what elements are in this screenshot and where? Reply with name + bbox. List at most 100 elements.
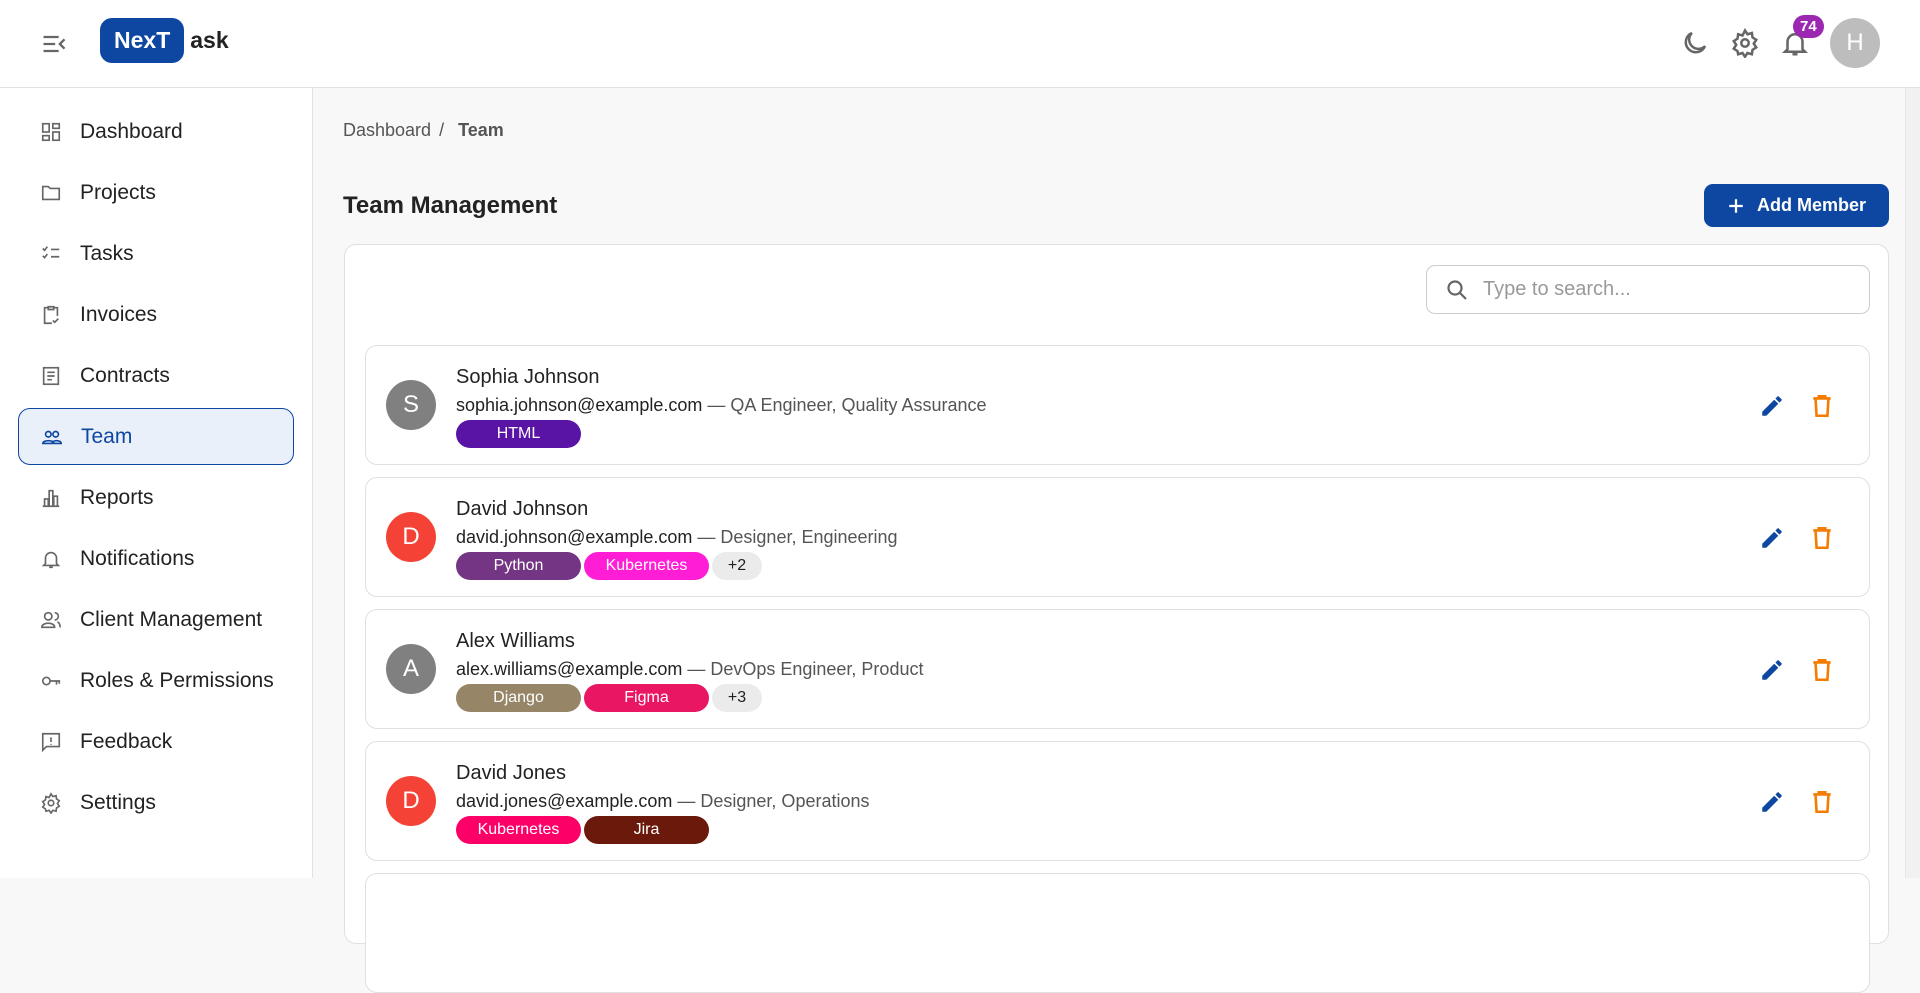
member-details: alex.williams@example.com — DevOps Engin… (456, 659, 923, 680)
sidebar-item-label: Contracts (80, 363, 170, 387)
menu-collapse-icon[interactable] (40, 30, 68, 58)
search-box (1426, 265, 1870, 314)
delete-trash-icon[interactable] (1809, 657, 1835, 683)
sidebar-item-team[interactable]: Team (18, 408, 294, 465)
member-card: A Alex Williams alex.williams@example.co… (365, 609, 1870, 729)
sidebar-item-tasks[interactable]: Tasks (18, 225, 294, 282)
people-icon (42, 430, 62, 444)
notification-count-badge: 74 (1793, 15, 1824, 38)
page-title: Team Management (343, 192, 558, 219)
bell-icon (41, 551, 61, 568)
delete-trash-icon[interactable] (1809, 525, 1835, 551)
skill-chip: Jira (584, 816, 709, 844)
checklist-icon (42, 245, 60, 259)
member-name: David Johnson (456, 498, 589, 520)
logo-box: NexT (100, 18, 185, 63)
skill-chip: Python (456, 552, 581, 580)
breadcrumb-dashboard-link[interactable]: Dashboard (343, 120, 431, 140)
more-skills-chip[interactable]: +2 (712, 552, 762, 580)
member-card (365, 873, 1870, 993)
sidebar-item-client-management[interactable]: Client Management (18, 591, 294, 648)
member-role: — QA Engineer, Quality Assurance (702, 395, 987, 415)
member-email: alex.williams@example.com (456, 659, 683, 679)
sidebar-item-label: Reports (80, 485, 154, 509)
add-member-label: Add Member (1756, 195, 1866, 215)
dashboard-icon (41, 122, 61, 141)
sidebar-item-invoices[interactable]: Invoices (18, 286, 294, 343)
skill-chips: Python Kubernetes +2 (456, 552, 762, 580)
feedback-icon (41, 732, 61, 752)
gear-icon (41, 791, 61, 814)
folder-icon (41, 185, 61, 200)
skill-chip: Django (456, 684, 581, 712)
settings-gear-icon[interactable] (1730, 28, 1760, 58)
skill-chips: HTML (456, 420, 581, 448)
member-name: David Jones (456, 762, 567, 784)
sidebar-item-label: Dashboard (80, 119, 183, 143)
edit-pencil-icon[interactable] (1759, 525, 1785, 551)
member-details: david.jones@example.com — Designer, Oper… (456, 791, 870, 812)
member-email: david.jones@example.com (456, 791, 673, 811)
delete-trash-icon[interactable] (1809, 789, 1835, 815)
breadcrumb-separator: / (439, 120, 445, 140)
member-email: sophia.johnson@example.com (456, 395, 703, 415)
sidebar: Dashboard Projects Tasks Invoices Contra… (0, 88, 313, 878)
more-skills-chip[interactable]: +3 (712, 684, 762, 712)
edit-pencil-icon[interactable] (1759, 393, 1785, 419)
sidebar-item-projects[interactable]: Projects (18, 164, 294, 221)
edit-pencil-icon[interactable] (1759, 657, 1785, 683)
skill-chips: Django Figma +3 (456, 684, 762, 712)
sidebar-item-label: Notifications (80, 546, 195, 570)
member-name: Sophia Johnson (456, 366, 600, 388)
sidebar-item-settings[interactable]: Settings (18, 774, 294, 831)
user-avatar[interactable]: H (1830, 18, 1880, 68)
sidebar-item-notifications[interactable]: Notifications (18, 530, 294, 587)
logo-text: ask (190, 27, 229, 53)
member-email: david.johnson@example.com (456, 527, 693, 547)
search-input[interactable] (1483, 278, 1843, 301)
member-avatar: A (386, 644, 436, 694)
member-avatar: D (386, 776, 436, 826)
dark-mode-moon-icon[interactable] (1680, 28, 1710, 58)
document-icon (42, 366, 60, 385)
breadcrumb-current: Team (458, 120, 504, 140)
edit-pencil-icon[interactable] (1759, 789, 1785, 815)
member-role: — Designer, Engineering (692, 527, 898, 547)
sidebar-item-label: Feedback (80, 729, 173, 753)
users-icon (41, 611, 61, 628)
member-name: Alex Williams (456, 630, 575, 652)
member-card: S Sophia Johnson sophia.johnson@example.… (365, 345, 1870, 465)
skill-chip: Kubernetes (584, 552, 709, 580)
logo[interactable]: NexT ask (100, 18, 229, 63)
add-member-button[interactable]: Add Member (1704, 184, 1889, 227)
sidebar-item-roles-permissions[interactable]: Roles & Permissions (18, 652, 294, 709)
member-avatar: D (386, 512, 436, 562)
sidebar-item-label: Roles & Permissions (80, 668, 274, 692)
skill-chip: Figma (584, 684, 709, 712)
scrollbar[interactable] (1905, 88, 1920, 878)
member-role: — DevOps Engineer, Product (682, 659, 924, 679)
member-card: D David Johnson david.johnson@example.co… (365, 477, 1870, 597)
delete-trash-icon[interactable] (1809, 393, 1835, 419)
sidebar-item-label: Client Management (80, 607, 263, 631)
sidebar-item-label: Settings (80, 790, 156, 814)
sidebar-item-label: Invoices (80, 302, 158, 326)
team-list-panel: S Sophia Johnson sophia.johnson@example.… (344, 244, 1889, 993)
clipboard-check-icon (43, 305, 59, 324)
breadcrumb: Dashboard / Team (343, 120, 504, 141)
member-avatar: S (386, 380, 436, 430)
skill-chip: Kubernetes (456, 816, 581, 844)
sidebar-item-label: Tasks (80, 241, 134, 265)
key-icon (41, 676, 61, 685)
sidebar-item-feedback[interactable]: Feedback (18, 713, 294, 770)
skill-chips: Kubernetes Jira (456, 816, 709, 844)
sidebar-item-reports[interactable]: Reports (18, 469, 294, 526)
sidebar-item-label: Team (81, 424, 133, 448)
bar-chart-icon (42, 489, 60, 507)
plus-icon (1729, 198, 1743, 213)
sidebar-item-dashboard[interactable]: Dashboard (18, 103, 294, 160)
member-card: D David Jones david.jones@example.com — … (365, 741, 1870, 861)
sidebar-item-contracts[interactable]: Contracts (18, 347, 294, 404)
sidebar-item-label: Projects (80, 180, 156, 204)
top-header: NexT ask 74 H (0, 0, 1920, 88)
